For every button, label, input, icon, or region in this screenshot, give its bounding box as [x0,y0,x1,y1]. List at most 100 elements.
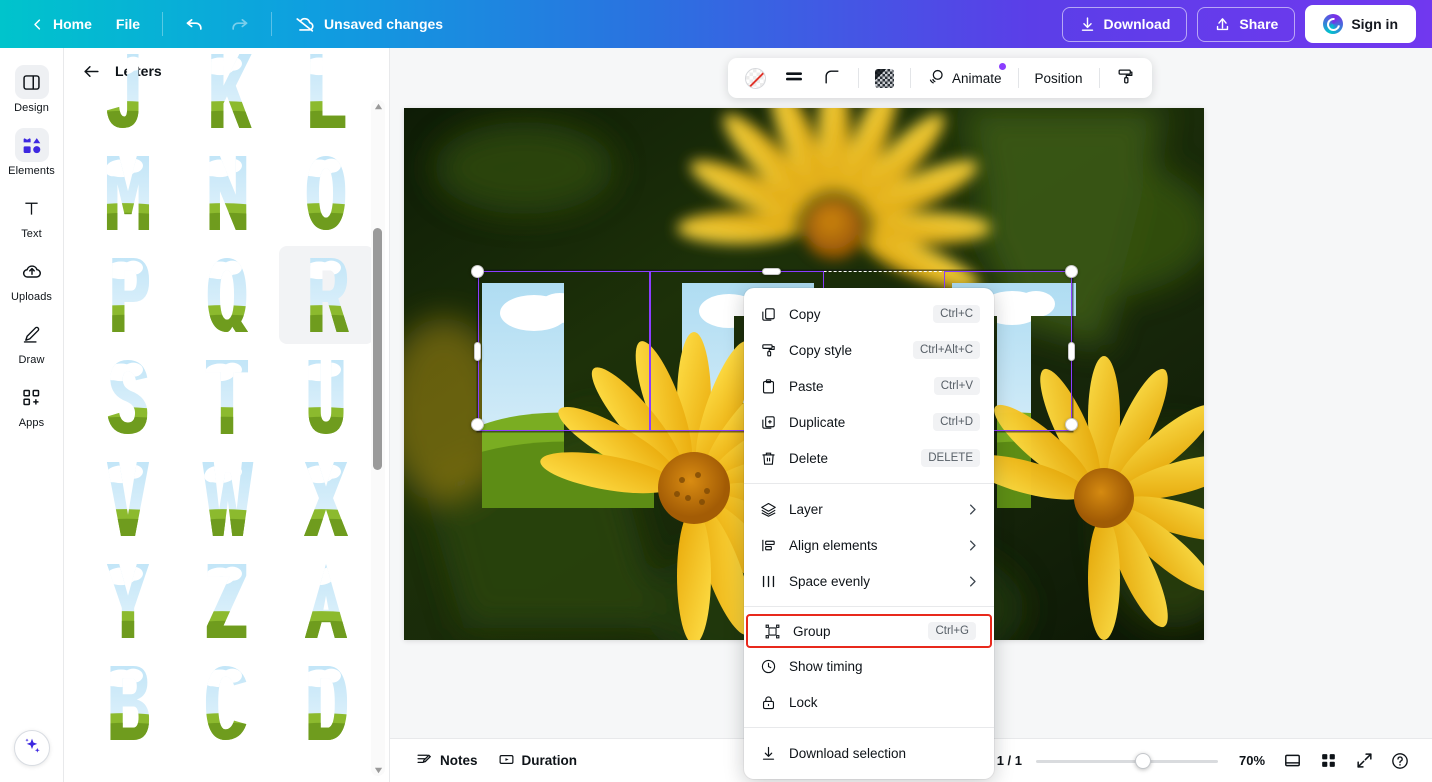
line-weight-icon [784,67,804,90]
undo-button[interactable] [173,7,217,41]
draw-icon [15,317,49,351]
scroll-up-icon[interactable] [372,100,384,112]
letter-glyph-j [106,54,139,128]
letter-tile-o[interactable] [279,144,374,242]
panel-scrollbar[interactable] [371,100,385,776]
download-button[interactable]: Download [1061,6,1188,42]
page-view-icon[interactable] [1276,745,1308,777]
menu-item-copy-style[interactable]: Copy style Ctrl+Alt+C [744,332,994,368]
sidebar-label-uploads: Uploads [10,291,53,303]
resize-handle-bottom-right[interactable] [1065,418,1078,431]
letter-glyph-o [306,156,346,230]
letter-tile-l[interactable] [279,48,374,140]
corner-radius-icon [822,67,842,90]
letter-tile-u[interactable] [279,348,374,446]
sidebar-item-text[interactable]: Text [2,184,62,245]
letter-tile-q[interactable] [179,246,274,344]
resize-handle-right-middle[interactable] [1068,342,1075,361]
menu-item-shortcut: Ctrl+C [933,305,980,323]
letter-tile-a[interactable] [279,552,374,650]
letter-tile-r[interactable] [278,246,374,344]
menu-item-copy[interactable]: Copy Ctrl+C [744,296,994,332]
save-status-button[interactable]: Unsaved changes [282,6,455,42]
corner-radius-button[interactable] [815,62,849,94]
sidebar-item-draw[interactable]: Draw [2,310,62,371]
help-icon[interactable] [1384,745,1416,777]
context-menu: Copy Ctrl+C Copy style Ctrl+Alt+C Paste Ctrl+… [744,288,994,779]
letter-tile-t[interactable] [179,348,274,446]
sidebar-item-apps[interactable]: Apps [2,373,62,434]
letter-tile-n[interactable] [179,144,274,242]
letter-tile-z[interactable] [179,552,274,650]
letter-tile-p[interactable] [80,246,175,344]
grid-view-icon[interactable] [1312,745,1344,777]
letter-glyph-b [110,666,149,740]
menu-item-label: Lock [789,694,818,710]
resize-handle-top-left[interactable] [471,265,484,278]
menu-item-group[interactable]: Group Ctrl+G [746,614,992,648]
resize-handle-left-middle[interactable] [474,342,481,361]
toolbar-divider-2 [910,68,911,88]
toolbar-divider-4 [1098,68,1100,88]
position-label: Position [1034,70,1083,86]
clock-icon [757,658,779,675]
zoom-slider[interactable] [1036,752,1218,769]
menu-item-layer[interactable]: Layer [744,491,994,527]
notes-button[interactable]: Notes [406,745,488,777]
menu-item-label: Copy [789,306,821,322]
menu-item-paste[interactable]: Paste Ctrl+V [744,368,994,404]
letter-tile-m[interactable] [80,144,175,242]
letter-glyph-a [305,564,348,638]
letter-tile-k[interactable] [179,48,274,140]
duration-button[interactable]: Duration [488,745,588,777]
share-button[interactable]: Share [1197,6,1296,42]
cloud-off-icon [294,13,316,35]
sidebar-item-uploads[interactable]: Uploads [2,247,62,308]
fullscreen-icon[interactable] [1348,745,1380,777]
menu-item-download-selection[interactable]: Download selection [744,735,994,771]
paint-roller-button[interactable] [1109,62,1142,94]
menu-item-space-evenly[interactable]: Space evenly [744,563,994,599]
home-button[interactable]: Home [18,9,104,39]
menu-item-duplicate[interactable]: Duplicate Ctrl+D [744,404,994,440]
color-swatch-button[interactable] [738,62,773,94]
letter-tile-s[interactable] [80,348,175,446]
paste-icon [757,378,779,395]
zoom-level-value: 70% [1238,753,1266,768]
letter-tile-y[interactable] [80,552,175,650]
letter-tile-d[interactable] [279,654,374,752]
letter-tile-b[interactable] [80,654,175,752]
copy-style-icon [757,342,779,359]
letter-tile-v[interactable] [80,450,175,548]
file-menu-button[interactable]: File [104,9,152,39]
menu-item-show-timing[interactable]: Show timing [744,648,994,684]
sidebar-item-design[interactable]: Design [2,58,62,119]
scrollbar-thumb[interactable] [373,228,382,470]
magic-studio-button[interactable] [14,730,50,766]
position-button[interactable]: Position [1028,62,1090,94]
resize-handle-top-right[interactable] [1065,265,1078,278]
line-weight-button[interactable] [777,62,811,94]
sign-in-button[interactable]: Sign in [1305,5,1416,43]
letter-glyph-w [202,462,254,536]
menu-item-lock[interactable]: Lock [744,684,994,720]
scroll-down-icon[interactable] [372,764,384,776]
menu-item-delete[interactable]: Delete DELETE [744,440,994,476]
resize-handle-bottom-left[interactable] [471,418,484,431]
letter-tile-c[interactable] [179,654,274,752]
menu-item-align-elements[interactable]: Align elements [744,527,994,563]
animate-button[interactable]: Animate [920,62,1009,94]
sidebar-item-elements[interactable]: Elements [2,121,62,182]
resize-handle-top-middle[interactable] [762,268,781,275]
zoom-slider-knob[interactable] [1135,752,1151,769]
letter-tile-j[interactable] [80,48,175,140]
letter-tile-x[interactable] [279,450,374,548]
transparency-button[interactable] [868,62,901,94]
letter-tile-w[interactable] [179,450,274,548]
redo-button[interactable] [217,7,261,41]
menu-item-shortcut: DELETE [921,449,980,467]
paint-roller-icon [1116,67,1135,89]
menu-divider [744,483,994,484]
menu-item-label: Align elements [789,537,878,553]
sidebar-label-draw: Draw [18,354,45,366]
